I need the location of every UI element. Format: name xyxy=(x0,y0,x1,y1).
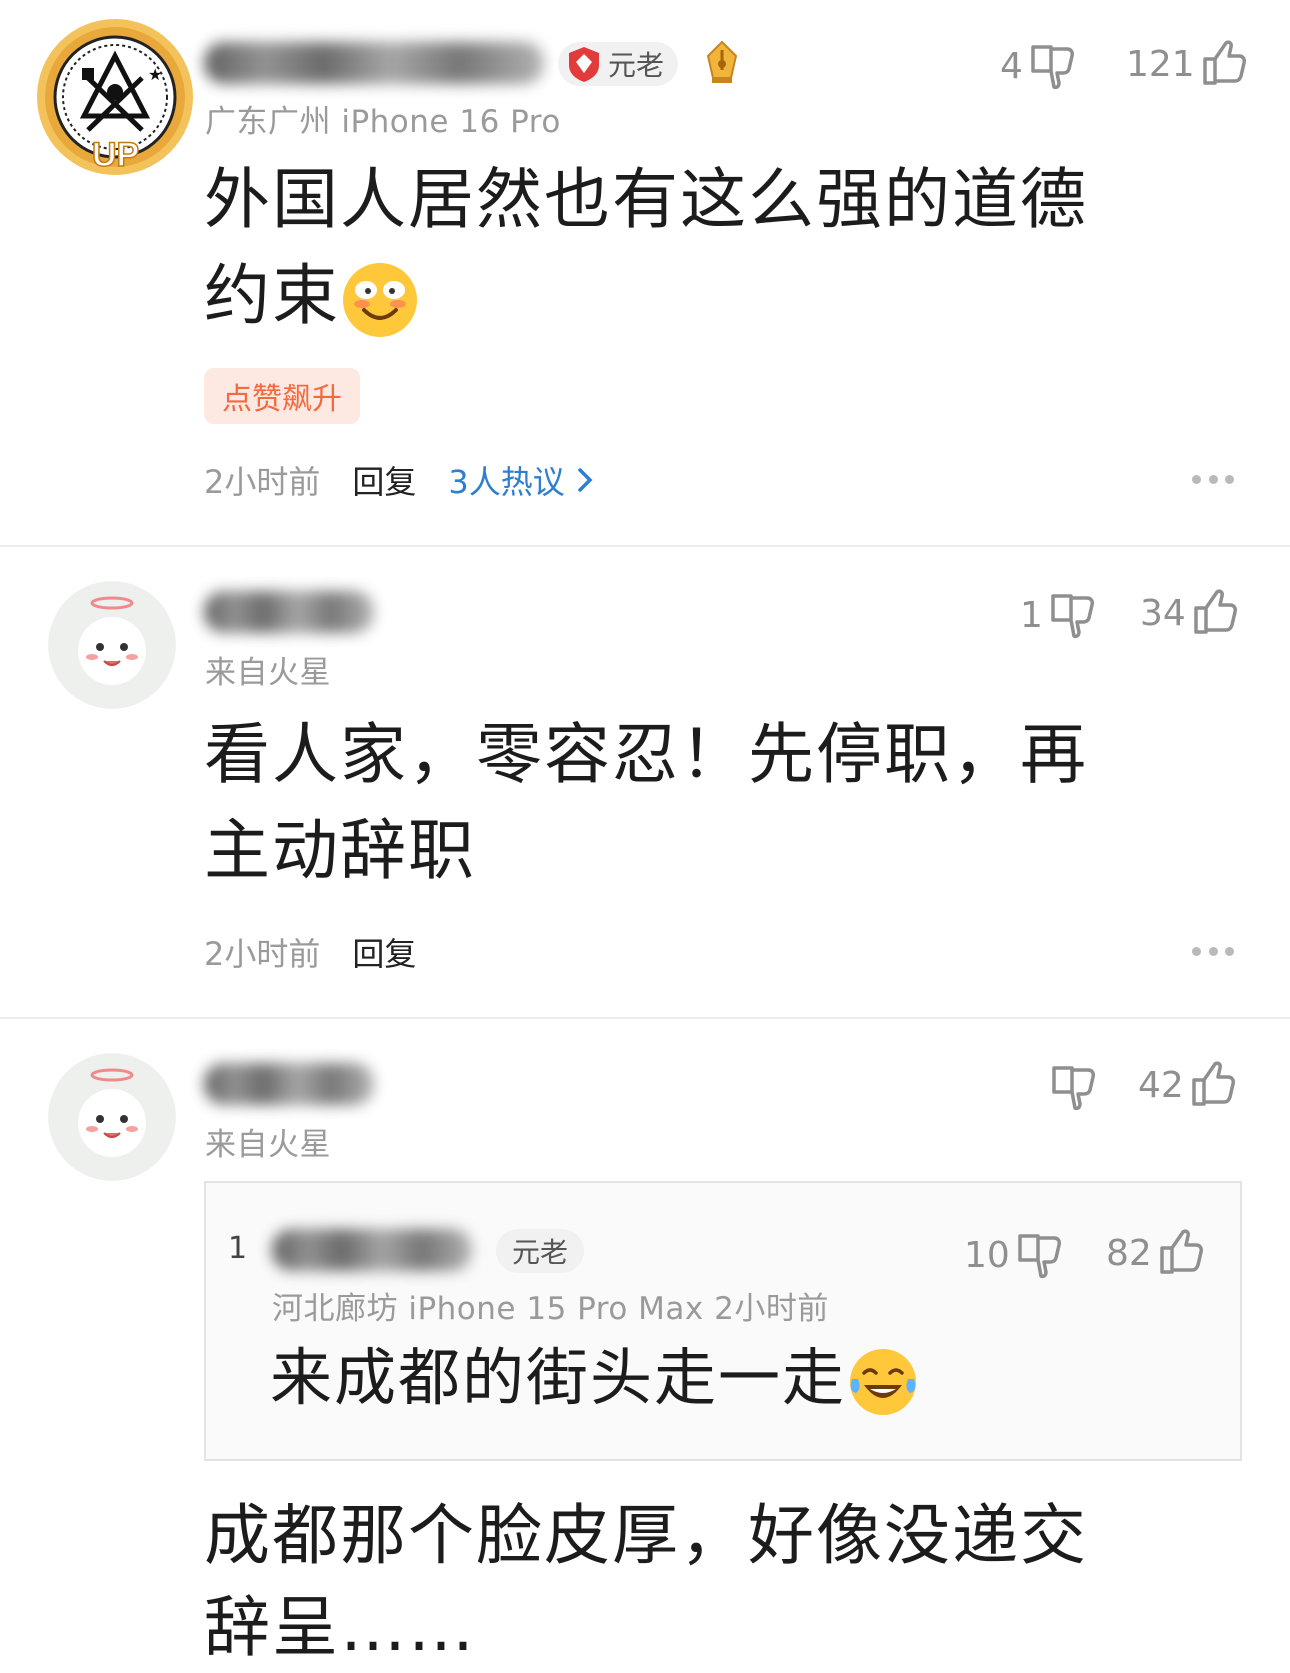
elder-badge: 元老 xyxy=(558,42,679,86)
username[interactable] xyxy=(204,591,374,633)
avatar[interactable]: ★ UP xyxy=(36,18,194,176)
grinning-tears-emoji xyxy=(343,262,417,337)
hot-discussion-link[interactable]: 3人热议 xyxy=(448,457,594,503)
comment-footer: 2小时前 回复 xyxy=(204,927,416,977)
like-button[interactable]: 121 xyxy=(1126,36,1249,92)
thumbs-down-icon xyxy=(1052,1066,1095,1111)
comment-footer: 2小时前 回复 3人热议 xyxy=(204,455,595,505)
like-button[interactable]: 34 xyxy=(1140,585,1240,641)
tears-of-joy-emoji xyxy=(850,1348,917,1415)
timestamp: 2小时前 xyxy=(204,463,321,501)
username[interactable] xyxy=(204,1063,374,1105)
quoted-meta: 河北廊坊 iPhone 15 Pro Max 2小时前 xyxy=(272,1291,829,1327)
elder-badge: 元老 xyxy=(496,1229,585,1273)
svg-text:★: ★ xyxy=(148,65,162,84)
comment-text-line: 约束 xyxy=(204,248,1204,344)
dislike-button[interactable]: 1 xyxy=(1020,587,1097,643)
comment-text: 外国人居然也有这么强的道德 约束 xyxy=(204,152,1204,344)
username[interactable] xyxy=(204,42,544,84)
quote-index: 1 xyxy=(228,1231,248,1266)
quoted-username[interactable] xyxy=(272,1229,472,1271)
quoted-comment[interactable]: 1 元老 10 82 河北廊坊 iPhone 15 Pro Max 2小时前 来… xyxy=(204,1181,1242,1461)
hot-discussion-label: 3人热议 xyxy=(448,463,565,501)
like-count: 42 xyxy=(1138,1064,1184,1106)
comment-1: ★ UP 元老 广东广州 iPhone 16 Pro 4 121 外国人居然也有… xyxy=(0,0,1290,545)
shield-icon xyxy=(569,47,599,82)
like-count: 121 xyxy=(1126,43,1195,85)
dislike-button[interactable]: 10 xyxy=(964,1227,1064,1283)
author-meta: 来自火星 xyxy=(205,1127,331,1163)
comment-text-line-2: 约束 xyxy=(204,257,340,334)
chevron-right-icon xyxy=(578,468,593,492)
comment-2: 来自火星 1 34 看人家，零容忍！先停职，再 主动辞职 2小时前 回复 xyxy=(0,547,1290,1017)
reply-button[interactable]: 回复 xyxy=(352,457,416,503)
thumbs-down-icon xyxy=(1031,45,1074,90)
author-meta: 广东广州 iPhone 16 Pro xyxy=(205,104,561,140)
comment-text-line: 外国人居然也有这么强的道德 xyxy=(204,161,1088,238)
dislike-count: 4 xyxy=(1000,45,1023,87)
like-button[interactable]: 42 xyxy=(1138,1057,1238,1113)
likes-surging-tag: 点赞飙升 xyxy=(204,368,360,424)
elder-badge-label: 元老 xyxy=(608,49,665,82)
dislike-count: 10 xyxy=(964,1234,1010,1276)
dislike-button[interactable]: 4 xyxy=(1000,38,1077,94)
thumbs-down-icon xyxy=(1051,594,1094,639)
pen-nib-medal-icon xyxy=(706,40,738,83)
like-count: 34 xyxy=(1140,592,1186,634)
reply-button[interactable]: 回复 xyxy=(352,929,416,975)
comment-text: 成都那个脸皮厚，好像没递交 辞呈…… xyxy=(204,1490,1204,1673)
author-meta: 来自火星 xyxy=(205,655,331,691)
thumbs-up-icon xyxy=(1160,1229,1203,1274)
svg-text:UP: UP xyxy=(92,136,139,174)
avatar[interactable] xyxy=(48,581,176,709)
dislike-count: 1 xyxy=(1020,594,1043,636)
comment-text-line: 主动辞职 xyxy=(204,812,476,889)
like-button[interactable]: 82 xyxy=(1106,1225,1206,1281)
comment-text-line: 看人家，零容忍！先停职，再 xyxy=(204,716,1088,793)
timestamp: 2小时前 xyxy=(204,935,321,973)
like-count: 82 xyxy=(1106,1232,1152,1274)
thumbs-up-icon xyxy=(1194,589,1237,634)
comment-text-line: 成都那个脸皮厚，好像没递交 xyxy=(204,1497,1088,1574)
avatar[interactable] xyxy=(48,1053,176,1181)
dislike-button[interactable] xyxy=(1044,1059,1098,1115)
quoted-text: 来成都的街头走一走 xyxy=(270,1333,920,1423)
thumbs-up-icon xyxy=(1192,1061,1235,1106)
quoted-text-body: 来成都的街头走一走 xyxy=(270,1341,847,1414)
more-options-icon[interactable] xyxy=(1192,475,1234,485)
comment-text-line: 辞呈…… xyxy=(204,1589,476,1666)
thumbs-down-icon xyxy=(1018,1234,1061,1279)
comment-text: 看人家，零容忍！先停职，再 主动辞职 xyxy=(204,707,1204,899)
thumbs-up-icon xyxy=(1202,40,1246,85)
more-options-icon[interactable] xyxy=(1192,947,1234,957)
